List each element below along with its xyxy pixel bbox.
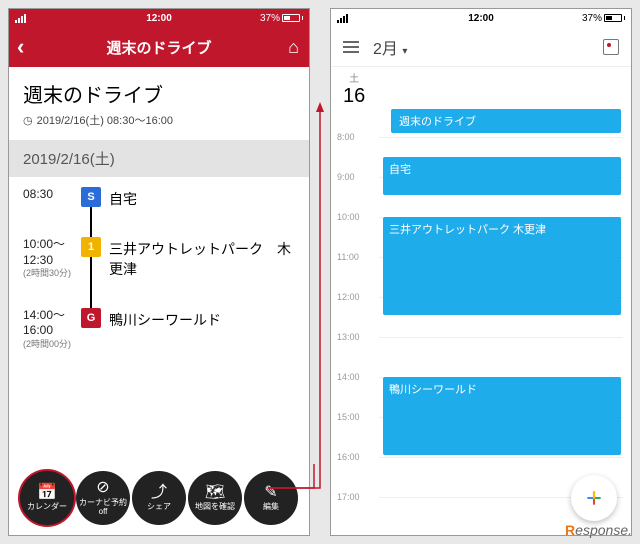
calendar-event[interactable]: 自宅 (383, 157, 621, 195)
toolbar-icon: 📅 (37, 484, 57, 502)
hour-label: 17:00 (337, 492, 360, 502)
route-stop[interactable]: 08:30 S 自宅 (23, 187, 295, 209)
hour-label: 14:00 (337, 372, 360, 382)
toolbar-icon: ✎ (264, 484, 277, 502)
signal-icon (15, 14, 26, 23)
toolbar-カーナビ予約off[interactable]: ⊘カーナビ予約off (76, 471, 130, 525)
toolbar-icon: ⤴ (151, 484, 167, 502)
status-time: 12:00 (468, 13, 494, 24)
hour-label: 16:00 (337, 452, 360, 462)
date-display: 土 16 (331, 67, 631, 107)
stop-time: 14:00～16:00(2時間00分) (23, 308, 81, 351)
today-icon[interactable] (603, 39, 619, 55)
allday-event[interactable]: 週末のドライブ (391, 109, 621, 133)
calendar-event[interactable]: 鴨川シーワールド (383, 377, 621, 455)
status-bar: 12:00 37% (331, 9, 631, 27)
hour-line (379, 457, 623, 458)
hour-label: 15:00 (337, 412, 360, 422)
plus-icon (584, 488, 604, 508)
stop-name: 自宅 (109, 187, 295, 209)
plan-title: 週末のドライブ (9, 67, 309, 112)
add-event-fab[interactable] (571, 475, 617, 521)
plan-time-range: ◷ 2019/2/16(土) 08:30～16:00 (9, 112, 309, 140)
month-dropdown[interactable]: 2月 ▾ (373, 35, 407, 59)
hour-label: 11:00 (337, 252, 359, 262)
stop-marker: G (81, 308, 101, 328)
route-stop[interactable]: 14:00～16:00(2時間00分) G 鴨川シーワールド (23, 308, 295, 351)
status-time: 12:00 (146, 13, 172, 24)
stop-marker: S (81, 187, 101, 207)
home-icon[interactable]: ⌂ (288, 37, 299, 58)
app-header: ‹ 週末のドライブ ⌂ (9, 27, 309, 67)
toolbar-地図を確認[interactable]: 🗺地図を確認 (188, 471, 242, 525)
date-band: 2019/2/16(土) (9, 140, 309, 177)
hour-label: 8:00 (337, 132, 355, 142)
hamburger-icon[interactable] (343, 41, 359, 53)
hour-label: 12:00 (337, 292, 360, 302)
header-title: 週末のドライブ (106, 37, 211, 58)
watermark: Response. (565, 522, 632, 538)
toolbar-icon: 🗺 (205, 484, 225, 502)
calendar-app-screen: 12:00 37% 2月 ▾ 土 16 週末のドライブ 8:00 9:00 10:0… (330, 8, 632, 536)
signal-icon (337, 14, 348, 23)
hour-label: 10:00 (337, 212, 360, 222)
hour-line (379, 137, 623, 138)
battery-indicator: 37% (582, 13, 625, 24)
stop-time: 08:30 (23, 187, 81, 203)
toolbar-シェア[interactable]: ⤴シェア (132, 471, 186, 525)
hour-label: 13:00 (337, 332, 360, 342)
route-connector (90, 205, 92, 311)
hour-line (379, 337, 623, 338)
back-icon[interactable]: ‹ (17, 34, 24, 60)
stop-name: 三井アウトレットパーク 木更津 (109, 237, 295, 279)
stop-name: 鴨川シーワールド (109, 308, 295, 330)
calendar-header: 2月 ▾ (331, 27, 631, 67)
stop-time: 10:00～12:30(2時間30分) (23, 237, 81, 280)
drive-app-screen: 12:00 37% ‹ 週末のドライブ ⌂ 週末のドライブ ◷ 2019/2/1… (8, 8, 310, 536)
calendar-event[interactable]: 三井アウトレットパーク 木更津 (383, 217, 621, 315)
toolbar-編集[interactable]: ✎編集 (244, 471, 298, 525)
toolbar-icon: ⊘ (96, 479, 109, 497)
route-list: 08:30 S 自宅 10:00～12:30(2時間30分) 1 三井アウトレット… (9, 177, 309, 351)
stop-marker: 1 (81, 237, 101, 257)
battery-indicator: 37% (260, 13, 303, 24)
hour-label: 9:00 (337, 172, 355, 182)
toolbar-カレンダー[interactable]: 📅カレンダー (20, 471, 74, 525)
clock-icon: ◷ (23, 114, 33, 127)
bottom-toolbar: 📅カレンダー⊘カーナビ予約off⤴シェア🗺地図を確認✎編集 (9, 465, 309, 535)
status-bar: 12:00 37% (9, 9, 309, 27)
route-stop[interactable]: 10:00～12:30(2時間30分) 1 三井アウトレットパーク 木更津 (23, 237, 295, 280)
